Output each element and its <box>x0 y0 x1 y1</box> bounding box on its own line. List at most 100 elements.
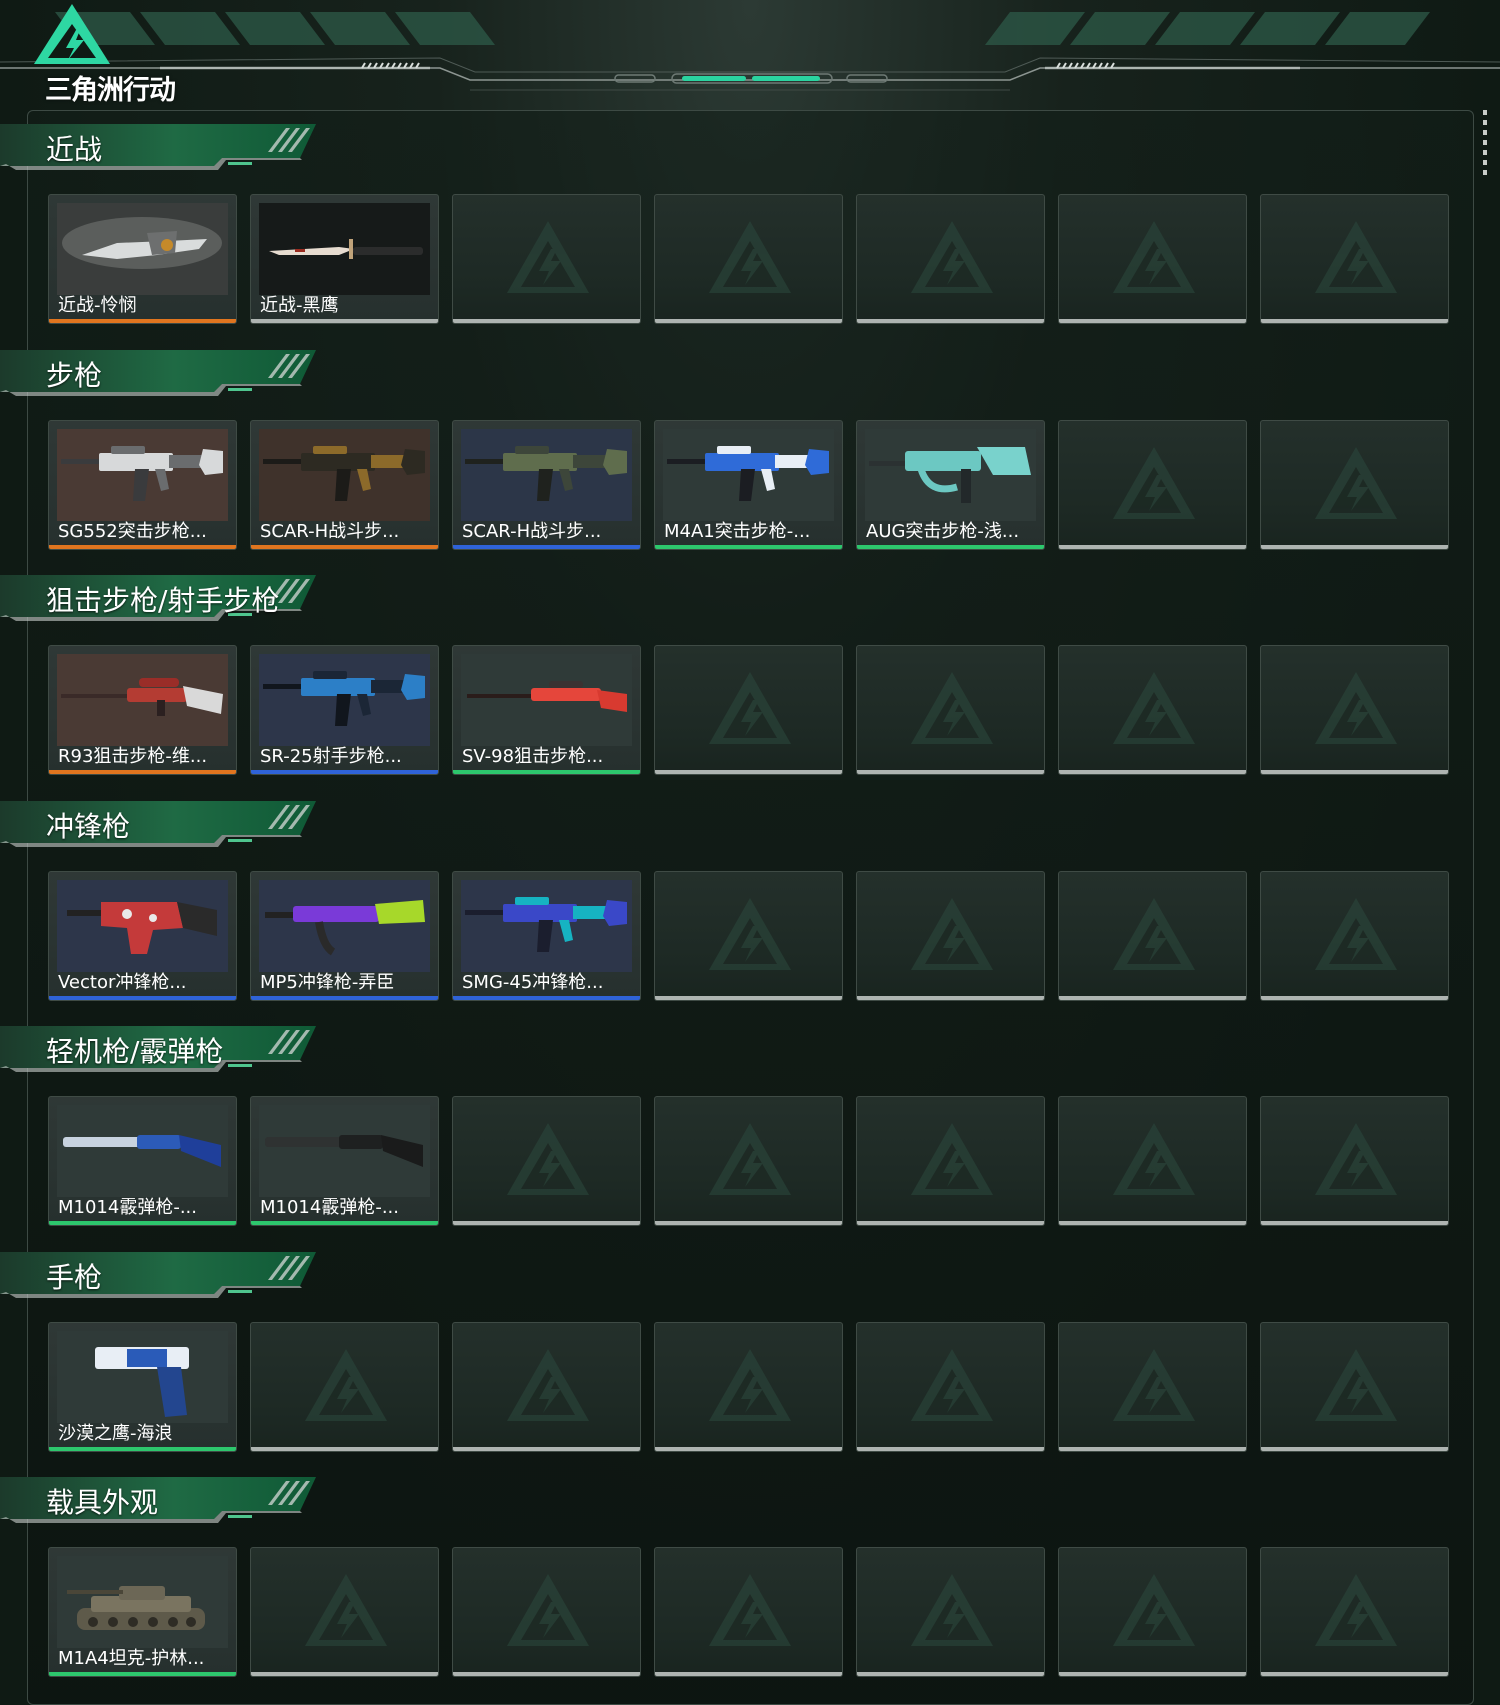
skin-card[interactable]: SCAR-H战斗步... <box>250 420 439 550</box>
slot-bar <box>1261 1672 1448 1676</box>
slot-bar <box>453 319 640 323</box>
skin-name: M1014霰弹枪-... <box>260 1197 399 1218</box>
rarity-bar <box>251 996 438 1000</box>
skin-card[interactable]: 沙漠之鹰-海浪 <box>48 1322 237 1452</box>
category-title: 步枪 <box>46 359 103 392</box>
empty-slot <box>1260 420 1449 550</box>
empty-slot-logo-icon <box>507 221 589 293</box>
empty-slot-logo-icon <box>507 1123 589 1195</box>
empty-slot-logo-icon <box>1113 1349 1195 1421</box>
skin-card[interactable]: AUG突击步枪-浅... <box>856 420 1045 550</box>
rarity-bar <box>453 996 640 1000</box>
empty-slot <box>1260 1547 1449 1677</box>
skin-name: AUG突击步枪-浅... <box>866 521 1020 542</box>
category-header: 冲锋枪 <box>0 797 330 857</box>
skin-card[interactable]: M1014霰弹枪-... <box>48 1096 237 1226</box>
empty-slot-logo-icon <box>1315 221 1397 293</box>
skin-card[interactable]: SG552突击步枪... <box>48 420 237 550</box>
slot-bar <box>251 1672 438 1676</box>
empty-slot <box>1058 871 1247 1001</box>
category-section: 手枪 沙漠之鹰-海浪 <box>0 1248 1500 1473</box>
empty-slot <box>1058 420 1247 550</box>
rarity-bar <box>857 545 1044 549</box>
category-header: 狙击步枪/射手步枪 <box>0 571 330 631</box>
empty-slot <box>1058 194 1247 324</box>
skin-name: Vector冲锋枪... <box>58 972 187 993</box>
header-decoration <box>0 12 1500 91</box>
slot-bar <box>1261 1221 1448 1225</box>
shotgun-m1014-black-icon <box>259 1105 430 1197</box>
empty-slot-logo-icon <box>709 1574 791 1646</box>
rarity-bar <box>453 770 640 774</box>
slot-bar <box>655 319 842 323</box>
empty-slot <box>654 645 843 775</box>
item-grid: 近战-怜悯 近战-黑鹰 <box>48 194 1450 324</box>
knife-blackhawk-icon <box>259 203 430 295</box>
rarity-bar <box>655 545 842 549</box>
item-grid: 沙漠之鹰-海浪 <box>48 1322 1450 1452</box>
slot-bar <box>857 1221 1044 1225</box>
rarity-bar <box>49 545 236 549</box>
rarity-bar <box>49 319 236 323</box>
smg-45-icon <box>461 880 632 972</box>
skin-card[interactable]: 近战-黑鹰 <box>250 194 439 324</box>
skin-name: MP5冲锋枪-弄臣 <box>260 972 395 993</box>
skin-card[interactable]: Vector冲锋枪... <box>48 871 237 1001</box>
slot-bar <box>1059 1447 1246 1451</box>
empty-slot-logo-icon <box>1315 447 1397 519</box>
slot-bar <box>1059 996 1246 1000</box>
skin-card[interactable]: SR-25射手步枪... <box>250 645 439 775</box>
slot-bar <box>1261 1447 1448 1451</box>
empty-slot <box>1058 1547 1247 1677</box>
empty-slot-logo-icon <box>1113 447 1195 519</box>
slot-bar <box>655 1221 842 1225</box>
rarity-bar <box>251 770 438 774</box>
empty-slot-logo-icon <box>507 1574 589 1646</box>
empty-slot <box>1058 1322 1247 1452</box>
empty-slot <box>856 871 1045 1001</box>
slot-bar <box>857 770 1044 774</box>
empty-slot <box>1260 1096 1449 1226</box>
category-title: 手枪 <box>46 1261 103 1294</box>
empty-slot-logo-icon <box>1315 1349 1397 1421</box>
skin-card[interactable]: M1014霰弹枪-... <box>250 1096 439 1226</box>
sniper-r93-icon <box>57 654 228 746</box>
slot-bar <box>453 1221 640 1225</box>
skin-card[interactable]: M1A4坦克-护林... <box>48 1547 237 1677</box>
empty-slot <box>452 194 641 324</box>
category-section: 步枪 SG552突击步枪... SCAR-H战斗步... SCAR-H战斗步..… <box>0 346 1500 571</box>
empty-slot <box>856 1322 1045 1452</box>
slot-bar <box>655 1447 842 1451</box>
category-header: 近战 <box>0 120 330 180</box>
rarity-bar <box>251 319 438 323</box>
slot-bar <box>453 1447 640 1451</box>
empty-slot-logo-icon <box>1113 1123 1195 1195</box>
skin-name: 近战-黑鹰 <box>260 295 339 316</box>
skin-card[interactable]: M4A1突击步枪-... <box>654 420 843 550</box>
skin-card[interactable]: 近战-怜悯 <box>48 194 237 324</box>
skin-name: SCAR-H战斗步... <box>260 521 400 542</box>
empty-slot <box>1260 871 1449 1001</box>
empty-slot <box>654 1322 843 1452</box>
item-grid: R93狙击步枪-维... SR-25射手步枪... SV-98狙击步枪... <box>48 645 1450 775</box>
slot-bar <box>1059 770 1246 774</box>
skin-card[interactable]: SMG-45冲锋枪... <box>452 871 641 1001</box>
skin-card[interactable]: R93狙击步枪-维... <box>48 645 237 775</box>
slot-bar <box>1059 545 1246 549</box>
rarity-bar <box>49 996 236 1000</box>
rarity-bar <box>49 1221 236 1225</box>
empty-slot-logo-icon <box>709 898 791 970</box>
skin-name: R93狙击步枪-维... <box>58 746 208 767</box>
top-header: 三角洲行动 <box>0 0 1500 106</box>
category-section: 近战 近战-怜悯 近战-黑鹰 <box>0 120 1500 345</box>
empty-slot-logo-icon <box>1113 221 1195 293</box>
empty-slot <box>250 1547 439 1677</box>
skin-card[interactable]: SV-98狙击步枪... <box>452 645 641 775</box>
slot-bar <box>1059 319 1246 323</box>
skin-card[interactable]: MP5冲锋枪-弄臣 <box>250 871 439 1001</box>
skin-card[interactable]: SCAR-H战斗步... <box>452 420 641 550</box>
empty-slot-logo-icon <box>1315 898 1397 970</box>
inventory-screen: 三角洲行动 近战 近战-怜悯 近战-黑鹰 步枪 SG552突击步枪... SCA… <box>0 0 1500 1705</box>
empty-slot-logo-icon <box>1113 672 1195 744</box>
shotgun-m1014-blue-icon <box>57 1105 228 1197</box>
